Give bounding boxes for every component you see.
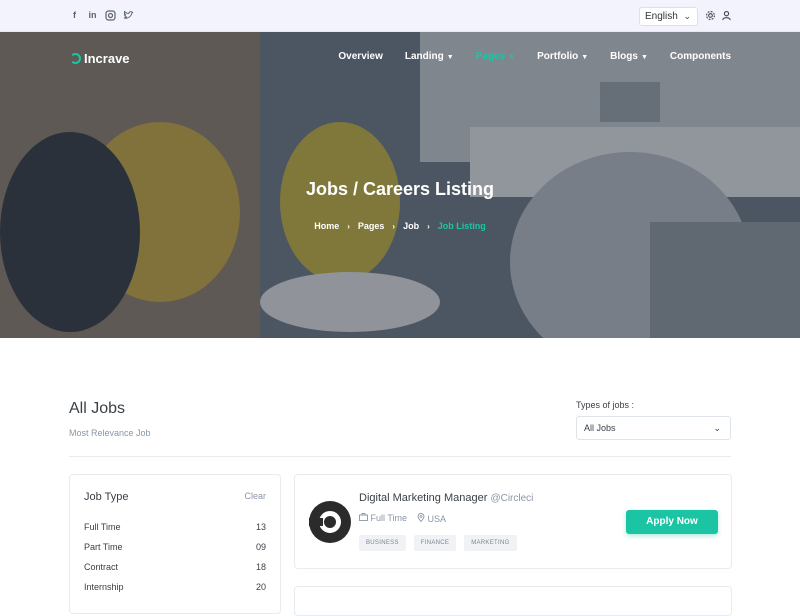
section-title: All Jobs [69,400,126,417]
filter-row[interactable]: Full Time 13 [84,522,266,532]
job-location-text: USA [427,514,447,524]
job-meta: Full Time USA [359,513,446,524]
chevron-right-icon: › [427,222,430,231]
nav-item-landing[interactable]: Landing ▼ [405,51,454,62]
user-icon[interactable] [720,10,732,22]
brand-name: Incrave [84,51,130,66]
filter-label: Full Time [84,522,121,532]
nav-item-blogs[interactable]: Blogs ▼ [610,51,648,62]
language-value: English [645,11,678,22]
filter-row[interactable]: Contract 18 [84,562,266,572]
clear-filter-link[interactable]: Clear [244,491,266,501]
job-card[interactable]: Digital Marketing Manager @Circleci Full… [294,474,732,569]
nav-item-pages[interactable]: Pages ▼ [476,51,515,62]
briefcase-icon [359,513,368,521]
map-pin-icon [417,513,425,523]
job-location: USA [417,513,446,524]
main-nav: Overview Landing ▼ Pages ▼ Portfolio ▼ Blog… [316,51,731,62]
chevron-down-icon: ▼ [446,54,454,61]
page-title: Jobs / Careers Listing [305,179,495,199]
company-name[interactable]: @Circleci [490,493,533,504]
nav-label: Components [669,51,731,62]
filter-label: Part Time [84,542,123,552]
filter-count: 20 [255,582,266,592]
nav-item-overview[interactable]: Overview [338,51,382,62]
facebook-icon[interactable]: f [69,10,80,21]
nav-label: Landing [404,51,444,62]
twitter-icon[interactable] [123,10,134,21]
job-type: Full Time [359,513,407,524]
settings-icon[interactable] [704,10,716,22]
job-type-filter: Job Type Clear Full Time 13 Part Time 09 C… [69,474,281,614]
chevron-down-icon: ⌄ [683,11,691,21]
logo-cut [309,518,323,526]
job-title[interactable]: Digital Marketing Manager @Circleci [359,492,533,504]
job-title-text: Digital Marketing Manager [359,492,488,504]
top-bar: f in English ⌄ [0,0,800,32]
nav-label: Blogs [610,51,638,62]
filter-title: Job Type [84,491,129,503]
linkedin-icon[interactable]: in [87,10,98,21]
tag[interactable]: MARKETING [464,535,517,551]
nav-label: Pages [475,51,506,62]
breadcrumb-job[interactable]: Job [403,221,419,231]
filter-count: 18 [255,562,266,572]
job-type-text: Full Time [370,513,408,523]
breadcrumb-pages[interactable]: Pages [358,221,385,231]
filter-label: Contract [84,562,119,572]
chevron-right-icon: › [392,222,396,231]
job-types-select[interactable]: All Jobs ⌄ [576,416,731,440]
job-tags: BUSINESS FINANCE MARKETING [359,535,517,551]
tag[interactable]: BUSINESS [359,535,406,551]
divider [69,456,731,457]
filter-count: 13 [255,522,266,532]
filter-count: 09 [255,542,266,552]
language-select[interactable]: English ⌄ [639,7,698,26]
job-types-value: All Jobs [584,423,616,433]
chevron-down-icon: ▼ [640,54,648,61]
instagram-icon[interactable] [105,10,116,21]
apply-now-button[interactable]: Apply Now [626,510,718,534]
nav-label: Overview [338,51,383,62]
chevron-down-icon: ⌄ [713,423,721,433]
breadcrumb-home[interactable]: Home [314,221,339,231]
filter-row[interactable]: Internship 20 [84,582,266,592]
chevron-down-icon: ▼ [581,54,589,61]
company-logo [309,501,351,543]
chevron-down-icon: ▼ [508,54,516,61]
brand-logo[interactable]: Incrave [70,51,130,66]
job-types-label: Types of jobs : [576,400,635,410]
filter-row[interactable]: Part Time 09 [84,542,266,552]
filter-label: Internship [84,582,124,592]
hero-banner: Incrave Overview Landing ▼ Pages ▼ Portfol… [0,32,800,338]
nav-label: Portfolio [537,51,579,62]
breadcrumb-current: Job Listing [437,221,486,231]
chevron-right-icon: › [347,222,350,231]
social-links: f in [69,10,134,21]
logo-dot [326,518,334,526]
section-subtitle: Most Relevance Job [69,428,151,438]
job-card[interactable] [294,586,732,616]
logo-icon [70,53,81,64]
tag[interactable]: FINANCE [413,535,457,551]
breadcrumb: Home › Pages › Job › Job Listing [0,221,800,231]
nav-item-components[interactable]: Components [670,51,731,62]
nav-item-portfolio[interactable]: Portfolio ▼ [537,51,588,62]
